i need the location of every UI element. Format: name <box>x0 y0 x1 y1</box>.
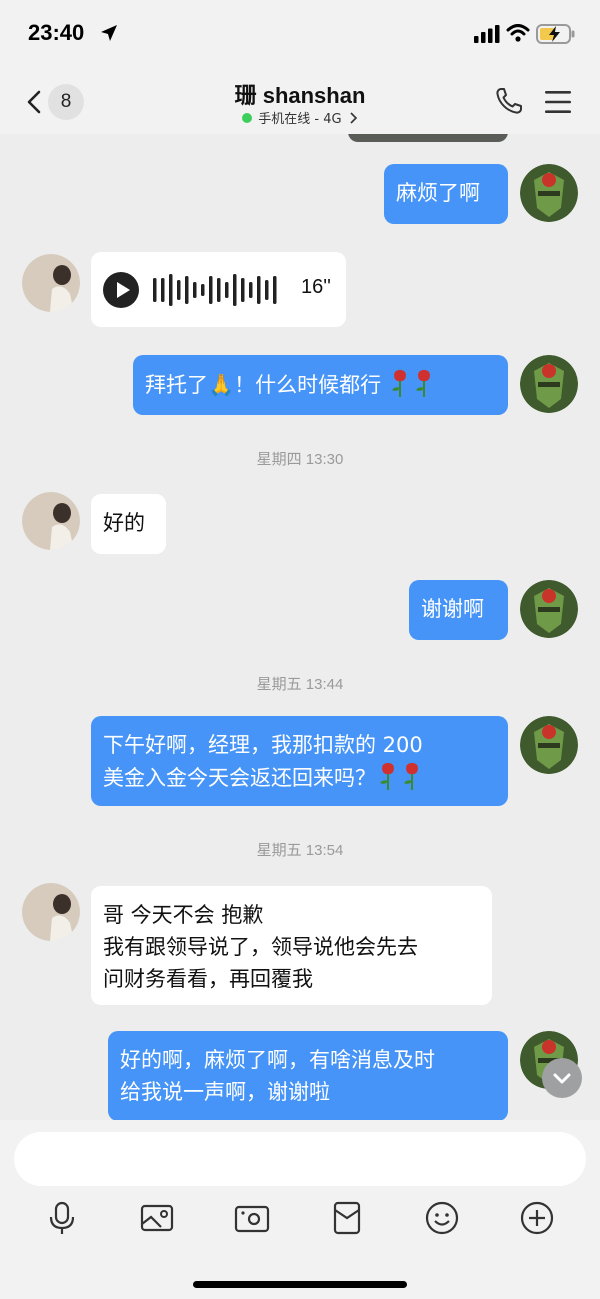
message-bubble-outgoing[interactable]: 谢谢啊 <box>409 580 508 640</box>
image-message-partial[interactable] <box>348 134 508 142</box>
input-panel <box>0 1120 600 1299</box>
battery-charging-icon <box>536 24 575 44</box>
scroll-to-bottom-button[interactable] <box>542 1058 582 1098</box>
contact-avatar[interactable] <box>22 492 80 550</box>
voice-duration: 16'' <box>301 276 331 298</box>
status-bar: 23:40 <box>0 0 600 70</box>
message-text: 美金入金今天会返还回来吗？ <box>103 766 376 790</box>
red-packet-icon[interactable] <box>327 1198 367 1238</box>
rose-emoji-icon <box>404 763 418 790</box>
message-text-line: 下午好啊，经理，我那扣款的 200 <box>103 733 423 757</box>
message-bubble-incoming[interactable]: 好的 <box>91 494 166 554</box>
my-avatar[interactable] <box>520 716 578 774</box>
message-bubble-outgoing[interactable]: 拜托了🙏！什么时候都行 <box>133 355 508 415</box>
rose-emoji-icon <box>415 370 430 397</box>
rose-emoji-icon <box>391 370 406 397</box>
chevron-down-icon <box>553 1073 571 1084</box>
message-text: 麻烦了啊 <box>396 181 480 205</box>
message-text: 好的 <box>103 511 145 535</box>
timestamp: 星期五 13:44 <box>256 676 344 693</box>
timestamp: 星期四 13:30 <box>256 451 344 468</box>
menu-icon[interactable] <box>544 90 572 114</box>
message-bubble-outgoing[interactable]: 好的啊，麻烦了啊，有啥消息及时 给我说一声啊，谢谢啦 <box>108 1031 508 1120</box>
my-avatar[interactable] <box>520 355 578 413</box>
contact-avatar[interactable] <box>22 254 80 312</box>
message-list[interactable]: 麻烦了啊 16'' 拜托了🙏！什么时候都行 星期四 13:30 好的 谢谢啊 星… <box>0 134 600 1120</box>
location-arrow-icon <box>101 25 117 41</box>
message-bubble-outgoing[interactable]: 下午好啊，经理，我那扣款的 200 美金入金今天会返还回来吗？ <box>91 716 508 806</box>
message-text: 谢谢啊 <box>421 597 484 621</box>
message-text-line: 好的啊，麻烦了啊，有啥消息及时 <box>120 1048 435 1072</box>
contact-avatar[interactable] <box>22 883 80 941</box>
photo-icon[interactable] <box>137 1198 177 1238</box>
camera-icon[interactable] <box>232 1198 272 1238</box>
message-text-line: 给我说一声啊，谢谢啦 <box>120 1080 330 1104</box>
message-text: 拜托了🙏！什么时候都行 <box>145 373 382 397</box>
message-text-line: 美金入金今天会返还回来吗？ <box>103 761 496 794</box>
emoji-icon[interactable] <box>422 1198 462 1238</box>
message-text-line: 问财务看看，再回覆我 <box>103 967 313 991</box>
rose-emoji-icon <box>380 763 394 790</box>
message-bubble-outgoing[interactable]: 麻烦了啊 <box>384 164 508 224</box>
audio-waveform-icon <box>153 274 277 306</box>
message-bubble-incoming[interactable]: 哥 今天不会 抱歉 我有跟领导说了，领导说他会先去 问财务看看，再回覆我 <box>91 886 492 1005</box>
status-time: 23:40 <box>28 20 85 45</box>
my-avatar[interactable] <box>520 580 578 638</box>
chat-header: 8 珊 shanshan 手机在线 - 4G <box>0 70 600 134</box>
my-avatar[interactable] <box>520 164 578 222</box>
phone-call-icon[interactable] <box>494 86 524 116</box>
message-text-line: 我有跟领导说了，领导说他会先去 <box>103 935 418 959</box>
home-indicator[interactable] <box>193 1281 407 1288</box>
online-status-text: 手机在线 - 4G <box>258 112 342 127</box>
voice-message-bubble[interactable]: 16'' <box>91 252 346 327</box>
plus-icon[interactable] <box>517 1198 557 1238</box>
chevron-right-icon <box>350 112 357 124</box>
message-input[interactable] <box>14 1132 586 1186</box>
cellular-signal-icon <box>474 25 500 43</box>
wifi-icon <box>506 24 530 42</box>
online-dot <box>242 113 253 123</box>
message-text-line: 哥 今天不会 抱歉 <box>103 903 264 927</box>
timestamp: 星期五 13:54 <box>256 842 344 859</box>
mic-icon[interactable] <box>42 1198 82 1238</box>
play-icon[interactable] <box>103 272 139 308</box>
